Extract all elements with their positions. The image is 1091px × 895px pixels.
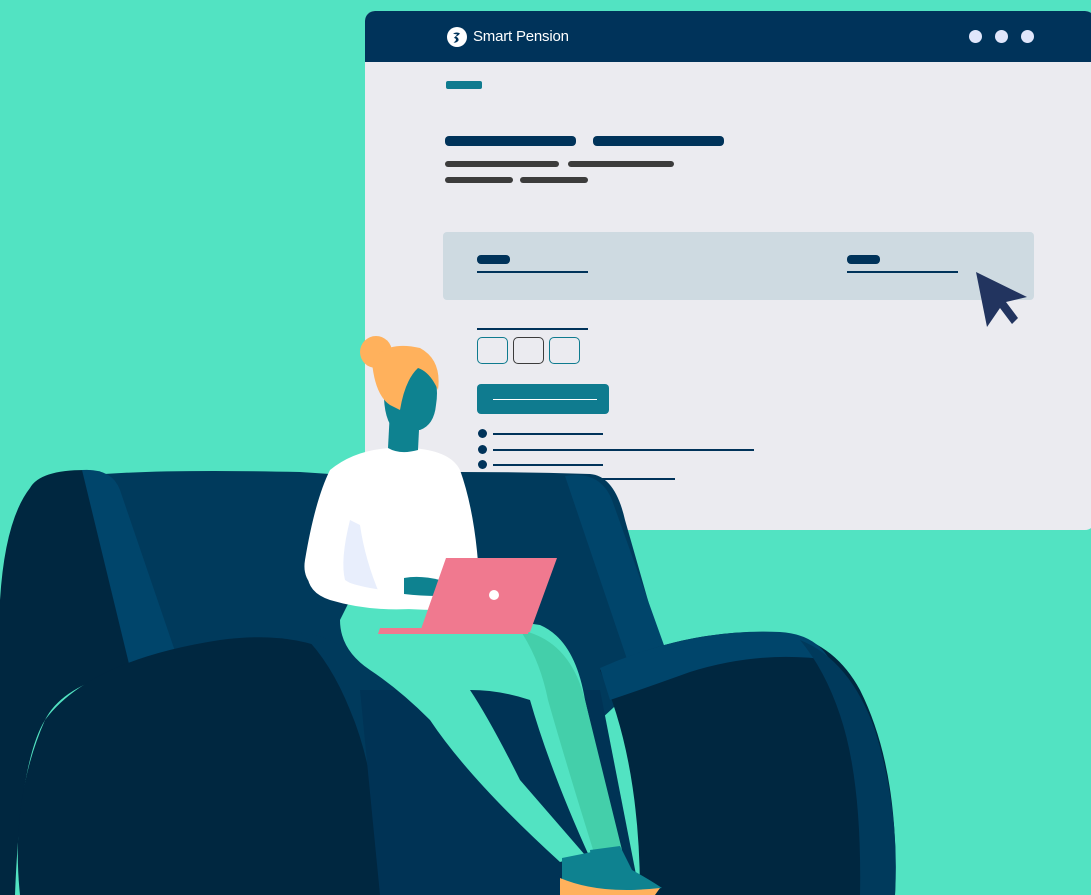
sofa-scene-illustration [0,336,896,895]
laptop-logo-icon [489,590,499,600]
laptop-base [378,628,530,634]
